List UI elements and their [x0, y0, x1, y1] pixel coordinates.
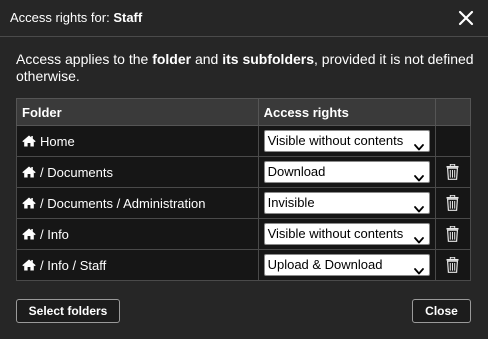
dialog-title: Access rights for: Staff: [10, 10, 142, 26]
trash-icon[interactable]: [446, 257, 459, 274]
access-rights-select[interactable]: Download: [263, 161, 430, 183]
action-cell: [434, 249, 472, 281]
chevron-down-icon: [413, 199, 424, 213]
trash-icon[interactable]: [446, 195, 459, 212]
table-row: Home Visible without contents: [16, 125, 472, 157]
trash-icon[interactable]: [446, 164, 459, 181]
access-rights-table: Folder Access rights Home Visible without…: [16, 98, 472, 281]
access-rights-select[interactable]: Visible without contents: [263, 223, 430, 245]
home-icon: [22, 166, 36, 178]
folder-cell: Home: [16, 125, 259, 157]
select-folders-button[interactable]: Select folders: [16, 299, 120, 323]
access-rights-cell: Visible without contents: [257, 218, 436, 250]
action-cell: [434, 156, 472, 188]
action-cell: [434, 187, 472, 219]
access-rights-cell: Invisible: [257, 187, 436, 219]
home-icon: [22, 259, 36, 271]
access-rights-value: Invisible: [267, 195, 315, 210]
table-row: / Documents Download: [16, 156, 472, 188]
chevron-down-icon: [413, 137, 424, 151]
column-header-folder: Folder: [16, 98, 259, 126]
home-icon: [22, 197, 36, 209]
access-rights-cell: Download: [257, 156, 436, 188]
access-rights-dialog: Access rights for: Staff Access applies …: [0, 0, 488, 339]
folder-name: / Info: [40, 226, 69, 242]
folder-cell: / Info / Staff: [16, 249, 259, 281]
intro-part2: and: [191, 51, 223, 67]
folder-name: / Documents: [40, 164, 113, 180]
access-rights-value: Upload & Download: [267, 257, 383, 272]
access-rights-select[interactable]: Upload & Download: [263, 254, 430, 276]
access-rights-cell: Visible without contents: [257, 125, 436, 157]
close-icon[interactable]: [458, 10, 474, 26]
intro-bold-subfolders: its subfolders: [222, 51, 315, 67]
dialog-titlebar: Access rights for: Staff: [0, 0, 488, 37]
folder-cell: / Documents: [16, 156, 259, 188]
action-cell: [434, 218, 472, 250]
chevron-down-icon: [413, 261, 424, 275]
access-rights-select[interactable]: Invisible: [263, 192, 430, 214]
trash-icon[interactable]: [446, 226, 459, 243]
intro-bold-folder: folder: [152, 51, 192, 67]
column-header-actions: [434, 98, 472, 126]
close-button[interactable]: Close: [412, 299, 471, 323]
folder-path: / Documents / Administration: [22, 196, 253, 211]
intro-text: Access applies to the folder and its sub…: [16, 51, 476, 85]
folder-cell: / Documents / Administration: [16, 187, 259, 219]
home-icon: [22, 135, 36, 147]
home-icon: [22, 228, 36, 240]
dialog-title-subject: Staff: [113, 10, 143, 25]
folder-name: / Info / Staff: [40, 257, 107, 273]
dialog-title-prefix: Access rights for:: [10, 10, 114, 25]
access-rights-value: Visible without contents: [267, 133, 404, 148]
chevron-down-icon: [413, 230, 424, 244]
folder-cell: / Info: [16, 218, 259, 250]
access-rights-select[interactable]: Visible without contents: [263, 130, 430, 152]
table-body: Home Visible without contents / Documents D…: [16, 125, 472, 281]
access-rights-value: Visible without contents: [267, 226, 404, 241]
table-row: / Info Visible without contents: [16, 218, 472, 250]
folder-path: / Info / Staff: [22, 258, 253, 273]
access-rights-cell: Upload & Download: [257, 249, 436, 281]
folder-path: Home: [22, 134, 253, 149]
table-row: / Documents / Administration Invisible: [16, 187, 472, 219]
table-header-row: Folder Access rights: [16, 98, 472, 126]
folder-path: / Info: [22, 227, 253, 242]
folder-name: / Documents / Administration: [40, 195, 206, 211]
chevron-down-icon: [413, 168, 424, 182]
action-cell: [434, 125, 472, 157]
access-rights-value: Download: [267, 164, 326, 179]
intro-part1: Access applies to the: [16, 51, 153, 67]
table-row: / Info / Staff Upload & Download: [16, 249, 472, 281]
column-header-access-rights: Access rights: [257, 98, 436, 126]
folder-name: Home: [40, 133, 75, 149]
folder-path: / Documents: [22, 165, 253, 180]
